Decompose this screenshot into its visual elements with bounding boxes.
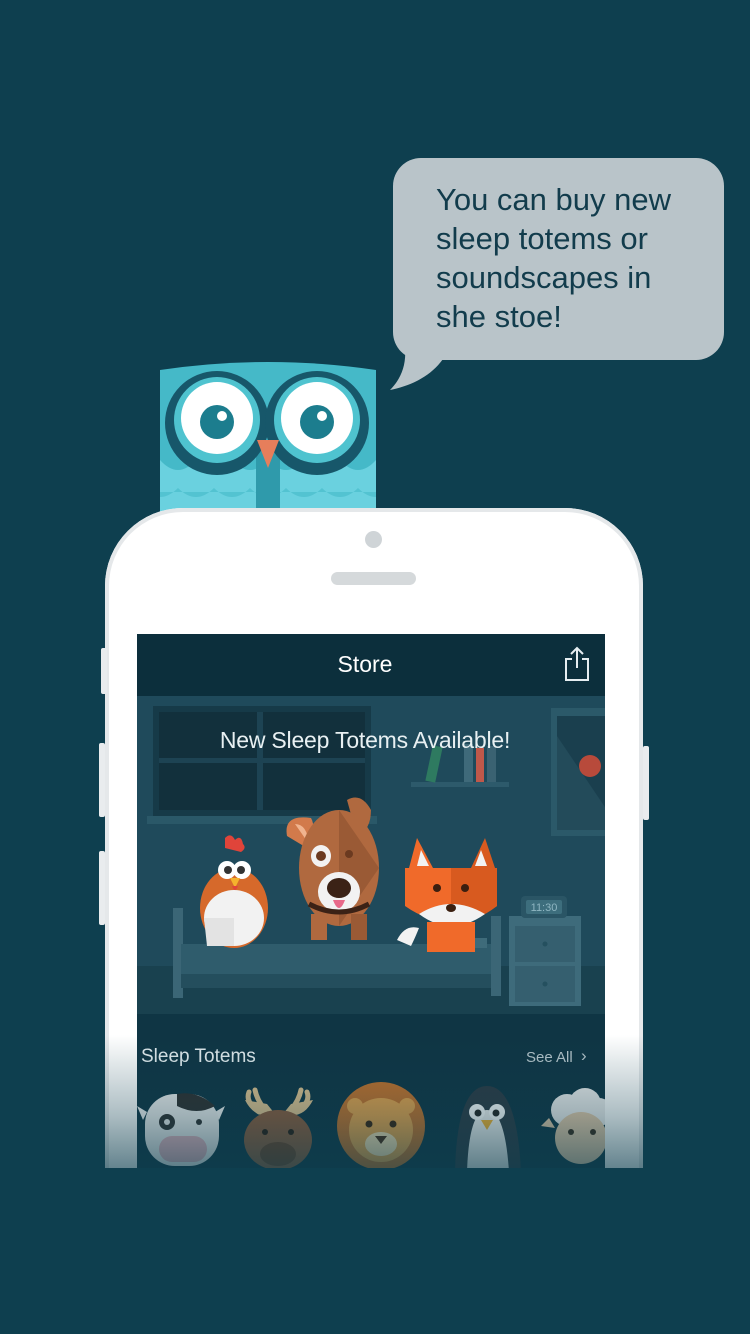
background-bottom [0,1168,750,1334]
see-all-link[interactable]: See All [526,1049,573,1066]
speech-bubble: You can buy new sleep totems or soundsca… [393,158,724,360]
power-button [643,746,649,820]
speech-bubble-text: You can buy new sleep totems or soundsca… [436,182,671,334]
volume-down-button [99,851,105,925]
banner-title: New Sleep Totems Available! [219,727,511,753]
totem-cow[interactable] [137,1093,225,1166]
app-screen: Store 11:30 New Sleep Totems Available! … [137,634,605,1168]
totem-penguin[interactable] [455,1086,521,1168]
section-title-sleep-totems: Sleep Totems [141,1046,256,1067]
mute-switch [101,648,107,694]
alarm-clock-time: 11:30 [531,902,558,914]
totem-moose[interactable] [244,1087,313,1168]
chevron-right-icon[interactable]: › [581,1046,587,1066]
earpiece-speaker [331,572,416,585]
totem-lion[interactable] [337,1082,425,1168]
share-icon[interactable] [563,646,591,682]
front-camera [365,531,382,548]
totem-sheep[interactable] [541,1088,605,1164]
page-title: Store [337,651,393,677]
owl-mascot-icon [160,362,376,520]
volume-up-button [99,743,105,817]
totem-list [137,1082,605,1168]
speech-bubble-tail [390,340,452,390]
